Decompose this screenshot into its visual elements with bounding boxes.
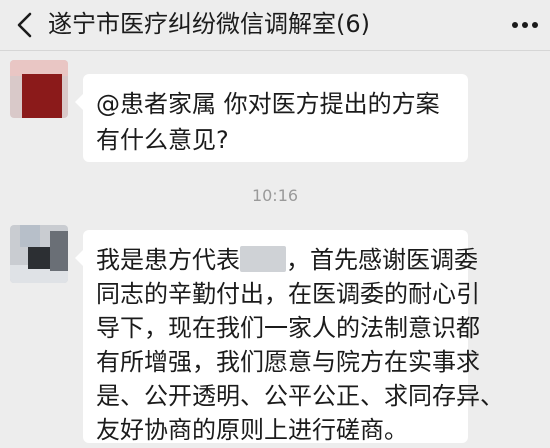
message-text: 我是患方代表 xyxy=(96,246,240,274)
message-line: 导下，现在我们一家人的法制意识都 xyxy=(96,314,480,342)
message-timestamp: 10:16 xyxy=(251,186,299,205)
avatar[interactable] xyxy=(10,60,68,118)
message-line: 是、公开透明、公平公正、求同存异、 xyxy=(96,382,504,410)
redacted-name xyxy=(240,246,286,272)
message-line: 同志的辛勤付出，在医调委的耐心引 xyxy=(96,280,480,308)
message-text: ，首先感谢医调委 xyxy=(286,246,478,274)
message-text: @患者家属 你对医方提出的方案有什么意见? xyxy=(96,90,440,154)
message-line: 我是患方代表 ，首先感谢医调委 xyxy=(96,242,478,278)
message-bubble[interactable]: @患者家属 你对医方提出的方案有什么意见? xyxy=(75,74,468,162)
message-line: 有所增强，我们愿意与院方在实事求 xyxy=(96,348,480,376)
chat-title: 遂宁市医疗纠纷微信调解室(6) xyxy=(48,10,370,38)
message-bubble[interactable]: 我是患方代表 ，首先感谢医调委 同志的辛勤付出，在医调委的耐心引 导下，现在我们一… xyxy=(75,230,504,444)
chat-header: 遂宁市医疗纠纷微信调解室(6) xyxy=(0,0,550,51)
avatar[interactable] xyxy=(10,225,68,283)
more-options-icon[interactable] xyxy=(505,10,545,40)
back-arrow-icon[interactable] xyxy=(10,8,40,42)
